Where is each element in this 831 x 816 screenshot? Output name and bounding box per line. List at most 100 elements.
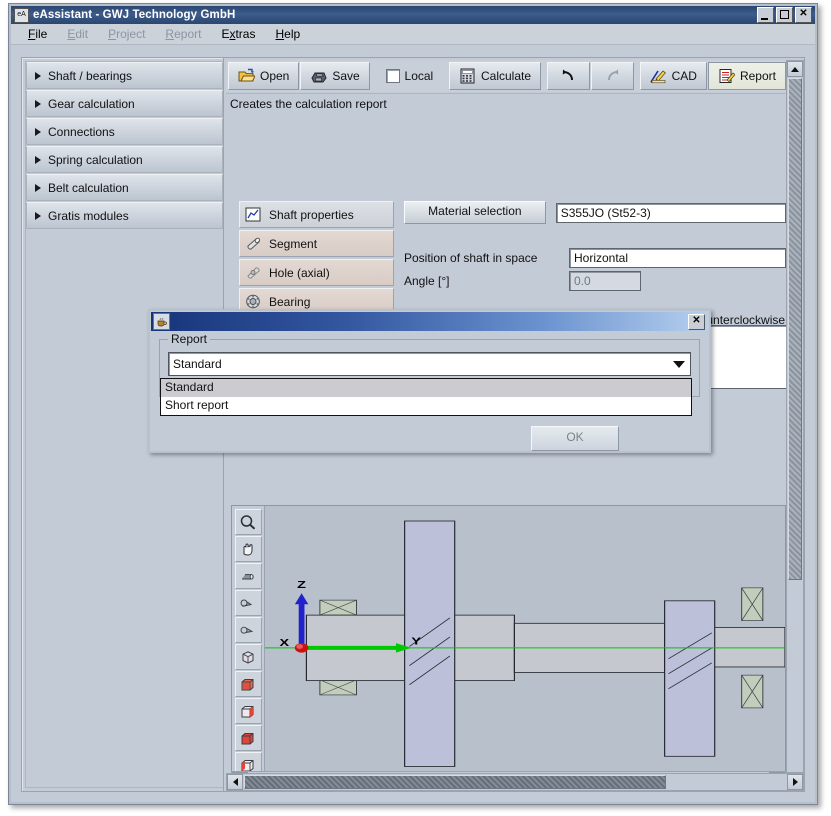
combobox-value: Standard	[169, 357, 222, 371]
sidebar-item-shaft-bearings[interactable]: Shaft / bearings	[26, 62, 223, 89]
rotate-x-icon[interactable]	[235, 563, 262, 589]
vscroll-thumb[interactable]	[788, 78, 802, 580]
tab-segment[interactable]: Segment	[239, 230, 394, 257]
report-button[interactable]: Report	[708, 62, 786, 90]
chart-icon	[245, 207, 262, 223]
calculate-button-label: Calculate	[481, 69, 531, 83]
open-folder-icon	[238, 68, 255, 84]
report-type-dropdown: Standard Short report	[160, 378, 692, 416]
minimize-button[interactable]	[757, 7, 774, 23]
sidebar-item-label: Spring calculation	[48, 153, 143, 167]
sidebar-item-spring-calculation[interactable]: Spring calculation	[26, 146, 223, 173]
local-checkbox-label: Local	[405, 69, 434, 83]
save-button-label: Save	[332, 69, 359, 83]
window-controls: ✕	[757, 7, 815, 23]
app-screenshot: eA eAssistant - GWJ Technology GmbH ✕ Fi…	[0, 0, 831, 816]
rotate-z-icon[interactable]	[235, 617, 262, 643]
scroll-right-arrow[interactable]	[787, 774, 803, 790]
view-iso-icon[interactable]	[235, 644, 262, 670]
chevron-right-icon	[35, 156, 41, 164]
local-checkbox[interactable]: Local	[376, 62, 444, 90]
menu-bar: File Edit Project Report Extras Help	[11, 24, 815, 45]
cad-button-label: CAD	[672, 69, 697, 83]
cad-pencil-ruler-icon	[650, 68, 667, 84]
menu-report[interactable]: Report	[158, 25, 208, 43]
report-type-combobox[interactable]: Standard	[168, 352, 691, 376]
sidebar-item-belt-calculation[interactable]: Belt calculation	[26, 174, 223, 201]
pan-hand-icon[interactable]	[235, 536, 262, 562]
svg-text:X: X	[279, 637, 289, 648]
ok-button[interactable]: OK	[531, 426, 619, 451]
svg-text:Z: Z	[297, 579, 306, 590]
tab-label: Shaft properties	[269, 208, 354, 222]
view-left-icon[interactable]	[235, 725, 262, 751]
sidebar-item-gratis-modules[interactable]: Gratis modules	[26, 202, 223, 229]
dialog-title-bar: ✕	[151, 312, 708, 331]
sidebar-item-label: Belt calculation	[48, 181, 129, 195]
zoom-icon[interactable]	[235, 509, 262, 535]
close-button[interactable]: ✕	[795, 7, 812, 23]
sidebar-item-label: Gratis modules	[48, 209, 129, 223]
chevron-right-icon	[35, 100, 41, 108]
angle-field[interactable]: 0.0	[569, 271, 641, 291]
chevron-right-icon	[35, 128, 41, 136]
bearing-icon	[245, 294, 262, 310]
tab-hole-axial[interactable]: Hole (axial)	[239, 259, 394, 286]
java-coffee-icon	[153, 313, 170, 330]
calculate-button[interactable]: Calculate	[449, 62, 541, 90]
svg-text:Y: Y	[411, 635, 421, 646]
main-toolbar: Open Save Local	[226, 60, 786, 92]
position-select[interactable]: Horizontal	[569, 248, 786, 268]
sidebar-item-label: Gear calculation	[48, 97, 135, 111]
save-button[interactable]: Save	[300, 62, 369, 90]
menu-help[interactable]: Help	[268, 25, 307, 43]
title-bar: eA eAssistant - GWJ Technology GmbH ✕	[11, 6, 815, 24]
hscroll-thumb[interactable]	[244, 775, 666, 789]
chevron-down-icon[interactable]	[673, 361, 685, 368]
viewer-toolbar	[232, 506, 265, 772]
checkbox-icon	[386, 69, 400, 83]
redo-arrow-icon	[604, 68, 621, 84]
viewer-canvas[interactable]: X Z Y	[265, 506, 785, 772]
scroll-up-arrow[interactable]	[787, 61, 803, 77]
open-button-label: Open	[260, 69, 289, 83]
workarea-vscrollbar[interactable]	[786, 60, 804, 773]
tab-label: Segment	[269, 237, 317, 251]
hole-icon	[245, 265, 262, 281]
tab-shaft-properties[interactable]: Shaft properties	[239, 201, 394, 228]
status-hint: Creates the calculation report	[226, 93, 786, 113]
cylinder-icon	[245, 236, 262, 252]
scroll-left-arrow[interactable]	[227, 774, 243, 790]
open-button[interactable]: Open	[228, 62, 299, 90]
sidebar-item-gear-calculation[interactable]: Gear calculation	[26, 90, 223, 117]
material-value-field[interactable]: S355JO (St52-3)	[556, 203, 786, 223]
dropdown-option-standard[interactable]: Standard	[161, 379, 691, 397]
angle-label: Angle [°]	[404, 274, 569, 288]
redo-button[interactable]	[591, 62, 634, 90]
menu-file[interactable]: File	[21, 25, 54, 43]
undo-arrow-icon	[560, 68, 577, 84]
view-front-icon[interactable]	[235, 671, 262, 697]
dialog-close-button[interactable]: ✕	[688, 314, 705, 330]
report-button-label: Report	[740, 69, 776, 83]
menu-project[interactable]: Project	[101, 25, 152, 43]
chevron-right-icon	[35, 72, 41, 80]
view-back-icon[interactable]	[235, 752, 262, 773]
sidebar-item-label: Shaft / bearings	[48, 69, 132, 83]
view-right-icon[interactable]	[235, 698, 262, 724]
rotate-y-icon[interactable]	[235, 590, 262, 616]
tab-label: Hole (axial)	[269, 266, 330, 280]
menu-file-rest: ile	[35, 27, 47, 41]
dropdown-option-short-report[interactable]: Short report	[161, 397, 691, 415]
cad-button[interactable]: CAD	[640, 62, 707, 90]
undo-button[interactable]	[547, 62, 590, 90]
material-selection-button[interactable]: Material selection	[404, 201, 546, 224]
maximize-button[interactable]	[776, 7, 793, 23]
window-title: eAssistant - GWJ Technology GmbH	[33, 9, 235, 21]
menu-extras[interactable]: Extras	[214, 25, 262, 43]
tab-label: Bearing	[269, 295, 310, 309]
menu-edit[interactable]: Edit	[60, 25, 95, 43]
sidebar-item-connections[interactable]: Connections	[26, 118, 223, 145]
position-label: Position of shaft in space	[404, 251, 569, 265]
workarea-hscrollbar[interactable]	[226, 773, 804, 791]
